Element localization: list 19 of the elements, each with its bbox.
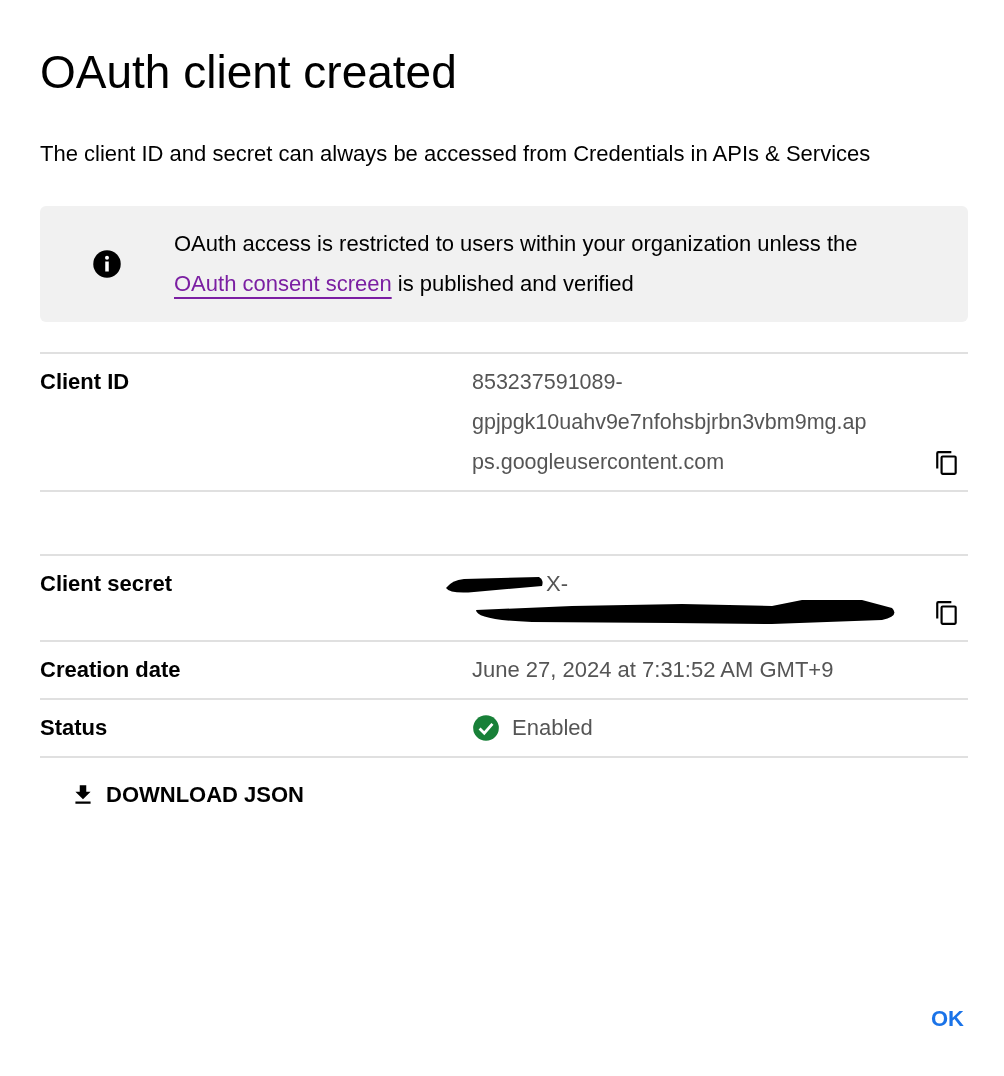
info-icon (92, 249, 122, 279)
download-json-button[interactable]: DOWNLOAD JSON (66, 776, 308, 814)
field-label: Status (40, 714, 109, 742)
field-label: Creation date (40, 656, 182, 684)
field-value: gpjpgk10uahv9e7nfohsbjrbn3vbm9mg.ap (472, 409, 867, 436)
consent-screen-link[interactable]: OAuth consent screen (174, 271, 392, 296)
dialog-title: OAuth client created (40, 45, 458, 100)
field-label: Client ID (40, 368, 131, 396)
description-text: The client ID and secret can always be accessed from Credentials in APIs & Services (40, 140, 872, 168)
field-label: Client secret (40, 570, 174, 598)
field-value: 853237591089- (472, 369, 624, 396)
field-value: ps.googleusercontent.com (472, 449, 726, 476)
ok-button[interactable]: OK (927, 998, 968, 1040)
field-value: X- (546, 570, 568, 598)
field-value: June 27, 2024 at 7:31:52 AM GMT+9 (472, 656, 834, 684)
copy-icon[interactable] (934, 600, 960, 626)
field-value: Enabled (512, 714, 593, 742)
copy-icon[interactable] (934, 450, 960, 476)
notice-text: OAuth access is restricted to users within your organization unless the OAuth consent screen is published and verified (174, 230, 859, 298)
